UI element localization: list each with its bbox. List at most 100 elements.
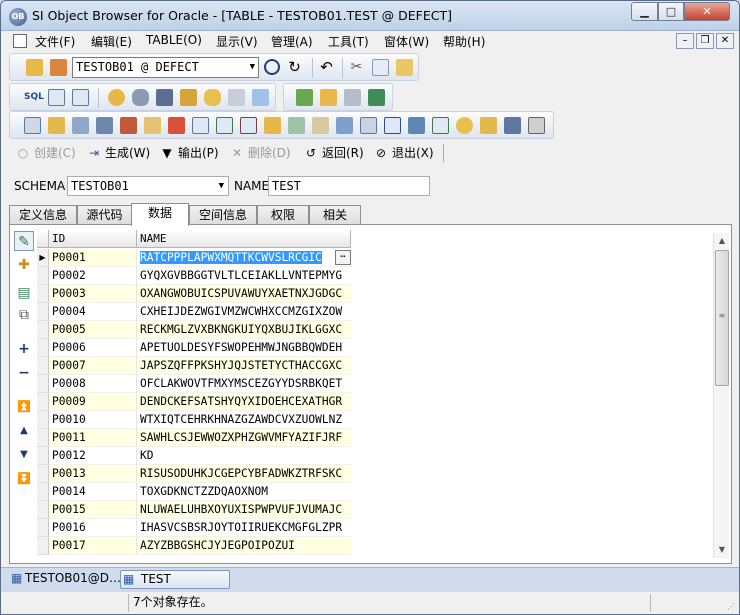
tab-data[interactable]: 数据 [131, 203, 189, 226]
function-icon[interactable] [192, 117, 209, 134]
tab-storage[interactable]: 空间信息 [189, 205, 257, 225]
table-row[interactable]: P0008 OFCLAKWOVTFMXYMSCEZGYYDSRBKQET [37, 375, 351, 393]
help-icon[interactable] [320, 89, 337, 106]
trigger-icon[interactable] [216, 117, 233, 134]
cluster-icon[interactable] [408, 117, 425, 134]
cell-id[interactable]: P0004 [49, 303, 137, 321]
title-bar[interactable]: OB SI Object Browser for Oracle - [TABLE… [1, 1, 739, 31]
sql-icon[interactable]: SQL [24, 89, 44, 106]
doc-tab-table[interactable]: ▦ TEST [120, 570, 230, 589]
type-body-icon[interactable] [288, 117, 305, 134]
cell-id[interactable]: P0011 [49, 429, 137, 447]
row-selector[interactable] [37, 537, 49, 555]
remove-row-icon[interactable]: − [14, 363, 34, 383]
cut-icon[interactable]: ✂ [348, 59, 365, 76]
menu-view[interactable]: 显示(V) [216, 33, 258, 50]
menu-help[interactable]: 帮助(H) [443, 33, 485, 50]
cell-name[interactable]: RISUSODUHKJCGEPCYBFADWKZTRFSKC [137, 465, 351, 483]
export-data-icon[interactable]: ▤ [14, 283, 34, 303]
view-icon[interactable] [96, 117, 113, 134]
table-row[interactable]: P0016 IHASVCSBSRJOYTOIIRUEKCMGFGLZPR [37, 519, 351, 537]
stop-icon[interactable] [264, 59, 280, 75]
cell-name[interactable]: AZYZBBGSHCJYJEGPOIPOZUI [137, 537, 351, 555]
cell-name[interactable]: GYQXGVBBGGTVLTLCEIAKLLVNTEPMYG [137, 267, 351, 285]
tab-related[interactable]: 相关 [309, 205, 361, 225]
package-icon[interactable] [144, 117, 161, 134]
copy-icon[interactable] [372, 59, 389, 76]
synonym-icon[interactable] [240, 117, 257, 134]
cell-name[interactable]: SAWHLCSJEWWOZXPHZGWVMFYAZIFJRF [137, 429, 351, 447]
table-row[interactable]: P0012 KD [37, 447, 351, 465]
script-icon[interactable] [48, 89, 65, 106]
import-icon[interactable] [296, 89, 313, 106]
tab-source[interactable]: 源代码 [77, 205, 132, 225]
server-icon[interactable] [156, 89, 173, 106]
dimension-icon[interactable] [504, 117, 521, 134]
table-row[interactable]: P0003 OXANGWOBUICSPUVAWUYXAETNXJGDGC [37, 285, 351, 303]
row-selector[interactable] [37, 447, 49, 465]
exit-button[interactable]: ⊘ 退出(X) [373, 144, 434, 161]
cell-name[interactable]: IHASVCSBSRJOYTOIIRUEKCMGFGLZPR [137, 519, 351, 537]
key-icon[interactable] [48, 117, 65, 134]
cell-name[interactable]: JAPSZQFFPKSHYJQJSTETYCTHACCGXC [137, 357, 351, 375]
mdi-minimize-button[interactable]: – [676, 33, 694, 49]
tab-definition[interactable]: 定义信息 [9, 205, 77, 225]
cell-name[interactable]: NLUWAELUHBXOYUXISPWPVUFJVUMAJC [137, 501, 351, 519]
row-selector[interactable] [37, 267, 49, 285]
copy-row-icon[interactable]: ⧉ [14, 305, 34, 325]
first-row-icon[interactable]: ⏫ [14, 397, 34, 417]
table-row[interactable]: P0006 APETUOLDESYFSWOPEHMWJNGBBQWDEH [37, 339, 351, 357]
cell-name[interactable]: RECKMGLZVXBKNGKUIYQXBUJIKLGGXC [137, 321, 351, 339]
table-row[interactable]: P0004 CXHEIJDEZWGIVMZWCWHXCCMZGIXZOW [37, 303, 351, 321]
doc-tab-connection[interactable]: ▦ TESTOB01@D… [9, 570, 121, 589]
refresh-objects-icon[interactable] [252, 89, 269, 106]
new-connection-icon[interactable] [26, 59, 43, 76]
minimize-button[interactable]: ▁ [631, 2, 658, 21]
table-row[interactable]: P0013 RISUSODUHKJCGEPCYBFADWKZTRFSKC [37, 465, 351, 483]
undo-icon[interactable]: ↶ [318, 59, 335, 76]
row-selector[interactable] [37, 429, 49, 447]
lock-icon[interactable] [180, 89, 197, 106]
cell-id[interactable]: P0017 [49, 537, 137, 555]
add-row-icon[interactable]: + [14, 339, 34, 359]
cell-id[interactable]: P0002 [49, 267, 137, 285]
directory-icon[interactable] [384, 117, 401, 134]
cell-name[interactable]: KD [137, 447, 351, 465]
row-selector[interactable] [37, 303, 49, 321]
info-icon[interactable] [528, 117, 545, 134]
cell-name[interactable]: RATCPPPLAPWXMQTTKCWVSLRCGIC ⋯ [137, 249, 351, 267]
table-row[interactable]: P0002 GYQXGVBBGGTVLTLCEIAKLLVNTEPMYG [37, 267, 351, 285]
current-row-indicator-icon[interactable]: ▶ [37, 249, 49, 267]
java-icon[interactable] [480, 117, 497, 134]
user-icon[interactable] [108, 89, 125, 106]
name-field[interactable]: TEST [268, 176, 430, 196]
connection-select[interactable]: TESTOB01 @ DEFECT ▼ [72, 57, 259, 78]
row-selector[interactable] [37, 411, 49, 429]
cell-id[interactable]: P0015 [49, 501, 137, 519]
row-selector[interactable] [37, 339, 49, 357]
sequence-icon[interactable] [120, 117, 137, 134]
resize-grip-icon[interactable]: ⋰ [727, 602, 735, 611]
cell-id[interactable]: P0007 [49, 357, 137, 375]
row-selector[interactable] [37, 321, 49, 339]
cell-id[interactable]: P0008 [49, 375, 137, 393]
tab-privileges[interactable]: 权限 [257, 205, 309, 225]
menu-table[interactable]: TABLE(O) [146, 33, 202, 47]
cell-id[interactable]: P0014 [49, 483, 137, 501]
create-button[interactable]: ○ 创建(C) [15, 144, 76, 161]
back-button[interactable]: ↺ 返回(R) [303, 144, 364, 161]
table-row[interactable]: P0014 TOXGDKNCTZZDQAOXNOM [37, 483, 351, 501]
cell-name-selected-text[interactable]: RATCPPPLAPWXMQTTKCWVSLRCGIC [140, 251, 322, 264]
paste-icon[interactable] [396, 59, 413, 76]
last-row-icon[interactable]: ⏬ [14, 469, 34, 489]
row-selector[interactable] [37, 285, 49, 303]
disconnect-icon[interactable] [50, 59, 67, 76]
cell-name[interactable]: OXANGWOBUICSPUVAWUYXAETNXJGDGC [137, 285, 351, 303]
row-selector[interactable] [37, 519, 49, 537]
table-row[interactable]: P0017 AZYZBBGSHCJYJEGPOIPOZUI [37, 537, 351, 555]
output-window-icon[interactable] [72, 89, 89, 106]
snapshot-icon[interactable] [360, 117, 377, 134]
cell-id[interactable]: P0001 [49, 249, 137, 267]
table-row[interactable]: ▶ P0001 RATCPPPLAPWXMQTTKCWVSLRCGIC ⋯ [37, 249, 351, 267]
settings-icon[interactable] [344, 89, 361, 106]
